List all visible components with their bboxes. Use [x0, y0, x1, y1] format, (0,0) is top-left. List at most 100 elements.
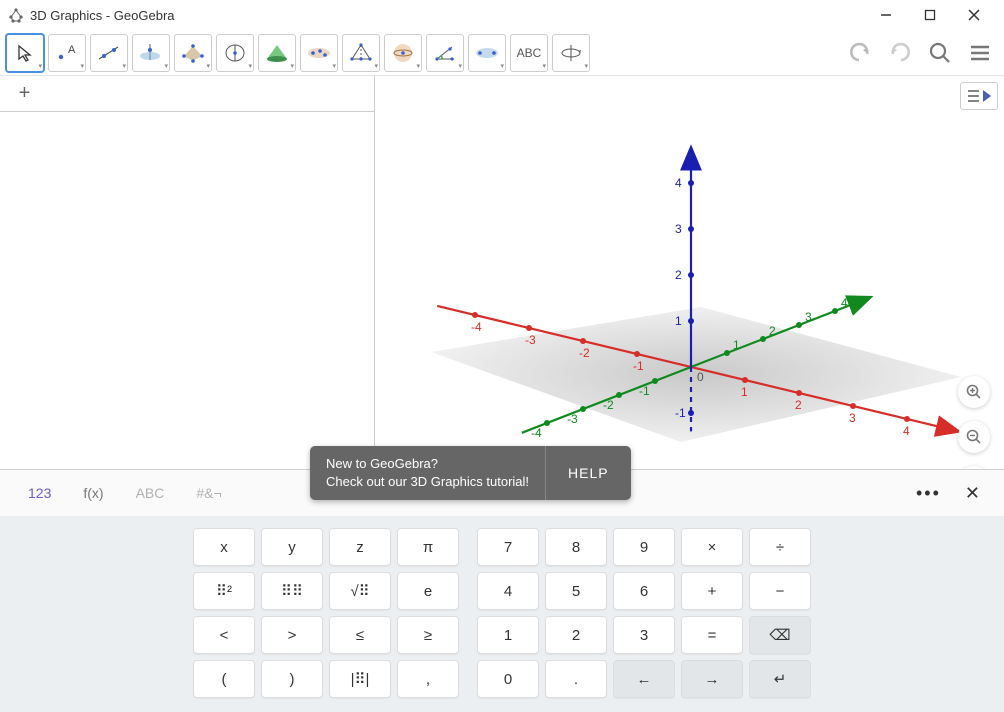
tutorial-tooltip: New to GeoGebra? Check out our 3D Graphi…	[310, 446, 631, 500]
tooltip-line1: New to GeoGebra?	[326, 455, 529, 473]
key-1[interactable]: 1	[477, 616, 539, 654]
intersect-tool[interactable]	[258, 34, 296, 72]
add-button[interactable]: +	[0, 76, 50, 112]
circle-tool[interactable]	[216, 34, 254, 72]
mode-fx[interactable]: f(x)	[67, 479, 119, 507]
svg-text:-4: -4	[531, 426, 542, 440]
key-.[interactable]: .	[545, 660, 607, 698]
window-title: 3D Graphics - GeoGebra	[30, 8, 175, 23]
sphere-tool[interactable]	[384, 34, 422, 72]
svg-text:4: 4	[903, 424, 910, 438]
svg-text:-1: -1	[633, 359, 644, 373]
svg-text:3: 3	[805, 310, 812, 324]
key-=[interactable]: =	[681, 616, 743, 654]
key-,[interactable]: ,	[397, 660, 459, 698]
key-z[interactable]: z	[329, 528, 391, 566]
key-≥[interactable]: ≥	[397, 616, 459, 654]
svg-text:2: 2	[675, 268, 682, 282]
svg-text:1: 1	[733, 338, 740, 352]
svg-text:0: 0	[697, 370, 704, 384]
svg-text:2: 2	[769, 324, 776, 338]
app-logo-icon	[8, 7, 24, 23]
key-÷[interactable]: ÷	[749, 528, 811, 566]
text-tool[interactable]: ABC	[510, 34, 548, 72]
key-×[interactable]: ×	[681, 528, 743, 566]
key-−[interactable]: −	[749, 572, 811, 610]
graphics-3d-view[interactable]: -4-3-2-11234-4-3-2-11234-112340	[375, 76, 1004, 469]
titlebar: 3D Graphics - GeoGebra	[0, 0, 1004, 30]
key-6[interactable]: 6	[613, 572, 675, 610]
maximize-button[interactable]	[908, 1, 952, 29]
key-8[interactable]: 8	[545, 528, 607, 566]
pyramid-tool[interactable]	[342, 34, 380, 72]
key-→[interactable]: →	[681, 660, 743, 698]
key-9[interactable]: 9	[613, 528, 675, 566]
svg-text:-3: -3	[567, 412, 578, 426]
key-←[interactable]: ←	[613, 660, 675, 698]
svg-text:A: A	[68, 44, 76, 56]
key-↵[interactable]: ↵	[749, 660, 811, 698]
key-([interactable]: (	[193, 660, 255, 698]
angle-tool[interactable]	[426, 34, 464, 72]
mode-sym[interactable]: #&¬	[180, 479, 237, 507]
key-⠿⠿[interactable]: ⠿⠿	[261, 572, 323, 610]
key-<[interactable]: <	[193, 616, 255, 654]
move-tool[interactable]	[6, 34, 44, 72]
menu-button[interactable]	[962, 35, 998, 71]
key-|⠿|[interactable]: |⠿|	[329, 660, 391, 698]
svg-text:2: 2	[795, 398, 802, 412]
key-0[interactable]: 0	[477, 660, 539, 698]
zoom-in-button[interactable]	[958, 376, 990, 408]
key-π[interactable]: π	[397, 528, 459, 566]
workspace: + -4-3-2-11234-4-3-2-11234-112340	[0, 76, 1004, 470]
key-)[interactable]: )	[261, 660, 323, 698]
svg-text:-3: -3	[525, 333, 536, 347]
svg-text:4: 4	[841, 296, 848, 310]
svg-text:-4: -4	[471, 320, 482, 334]
svg-text:-2: -2	[579, 346, 590, 360]
keyboard-close-button[interactable]: ✕	[953, 483, 992, 504]
key-⠿²[interactable]: ⠿²	[193, 572, 255, 610]
perpendicular-tool[interactable]	[132, 34, 170, 72]
help-button[interactable]: HELP	[545, 446, 631, 500]
key-e[interactable]: e	[397, 572, 459, 610]
svg-text:-1: -1	[639, 384, 650, 398]
key-3[interactable]: 3	[613, 616, 675, 654]
algebra-pane: +	[0, 76, 375, 469]
key-4[interactable]: 4	[477, 572, 539, 610]
key-√⠿[interactable]: √⠿	[329, 572, 391, 610]
close-button[interactable]	[952, 1, 996, 29]
text-tool-label: ABC	[517, 46, 542, 60]
svg-text:-1: -1	[675, 406, 686, 420]
line-tool[interactable]	[90, 34, 128, 72]
plane-tool[interactable]	[300, 34, 338, 72]
mode-123[interactable]: 123	[12, 479, 67, 507]
point-tool[interactable]: A	[48, 34, 86, 72]
minimize-button[interactable]	[864, 1, 908, 29]
key-5[interactable]: 5	[545, 572, 607, 610]
key-7[interactable]: 7	[477, 528, 539, 566]
svg-text:4: 4	[675, 176, 682, 190]
key-2[interactable]: 2	[545, 616, 607, 654]
key-⌫[interactable]: ⌫	[749, 616, 811, 654]
svg-text:3: 3	[675, 222, 682, 236]
svg-text:-2: -2	[603, 398, 614, 412]
svg-text:3: 3	[849, 411, 856, 425]
reflect-tool[interactable]	[468, 34, 506, 72]
key->[interactable]: >	[261, 616, 323, 654]
zoom-out-button[interactable]	[958, 421, 990, 453]
redo-button[interactable]	[882, 35, 918, 71]
key-x[interactable]: x	[193, 528, 255, 566]
input-mode-bar: New to GeoGebra? Check out our 3D Graphi…	[0, 470, 1004, 516]
svg-text:1: 1	[675, 314, 682, 328]
key-y[interactable]: y	[261, 528, 323, 566]
tooltip-line2: Check out our 3D Graphics tutorial!	[326, 473, 529, 491]
polygon-tool[interactable]	[174, 34, 212, 72]
keyboard-more-button[interactable]: •••	[904, 483, 953, 504]
rotate-view-tool[interactable]	[552, 34, 590, 72]
key-+[interactable]: +	[681, 572, 743, 610]
undo-button[interactable]	[842, 35, 878, 71]
key-≤[interactable]: ≤	[329, 616, 391, 654]
mode-abc[interactable]: ABC	[120, 479, 181, 507]
search-button[interactable]	[922, 35, 958, 71]
